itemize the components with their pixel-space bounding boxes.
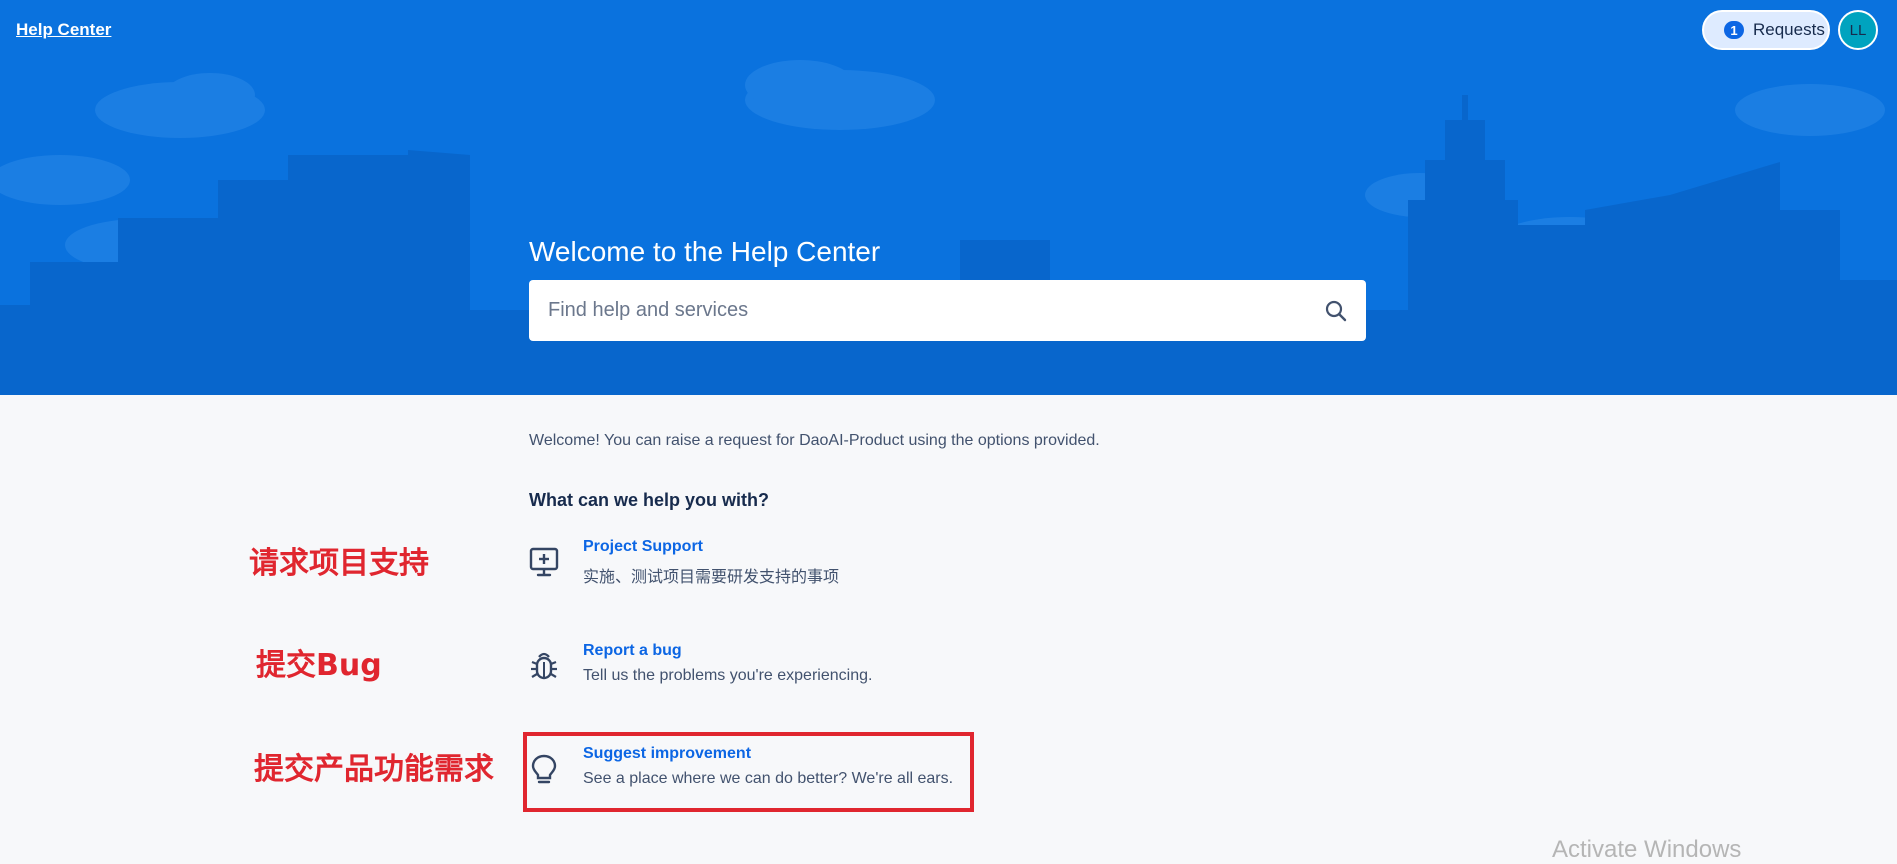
welcome-message: Welcome! You can raise a request for Dao… (529, 432, 1100, 449)
option-name[interactable]: Report a bug (583, 642, 682, 660)
monitor-plus-icon (529, 547, 559, 577)
help-center-link[interactable]: Help Center (16, 20, 111, 40)
option-description: 实施、测试项目需要研发支持的事项 (583, 569, 840, 586)
option-name[interactable]: Project Support (583, 538, 703, 556)
page-title: Welcome to the Help Center (529, 236, 881, 267)
bug-icon (531, 652, 557, 680)
requests-button[interactable]: 1 Requests (1702, 10, 1830, 50)
user-avatar[interactable]: LL (1838, 10, 1878, 50)
annotation-report-bug: 提交Bug (256, 648, 382, 683)
search-input[interactable] (529, 280, 1289, 341)
section-title: What can we help you with? (529, 490, 770, 510)
request-type-report-bug[interactable]: Report a bug Tell us the problems you're… (529, 642, 969, 692)
requests-label: Requests (1753, 20, 1825, 39)
annotation-feature-request: 提交产品功能需求 (254, 752, 494, 787)
request-type-project-support[interactable]: Project Support 实施、测试项目需要研发支持的事项 (529, 538, 969, 588)
requests-count-badge: 1 (1724, 21, 1744, 39)
search-icon[interactable] (1324, 299, 1348, 323)
windows-activation-watermark: Activate Windows (1552, 836, 1742, 863)
search-box (529, 280, 1366, 341)
annotation-project-support: 请求项目支持 (249, 546, 429, 581)
option-description: Tell us the problems you're experiencing… (583, 667, 873, 684)
annotation-highlight-box (523, 732, 974, 812)
hero-banner: Help Center 1 Requests LL Welcome to the… (0, 0, 1897, 395)
